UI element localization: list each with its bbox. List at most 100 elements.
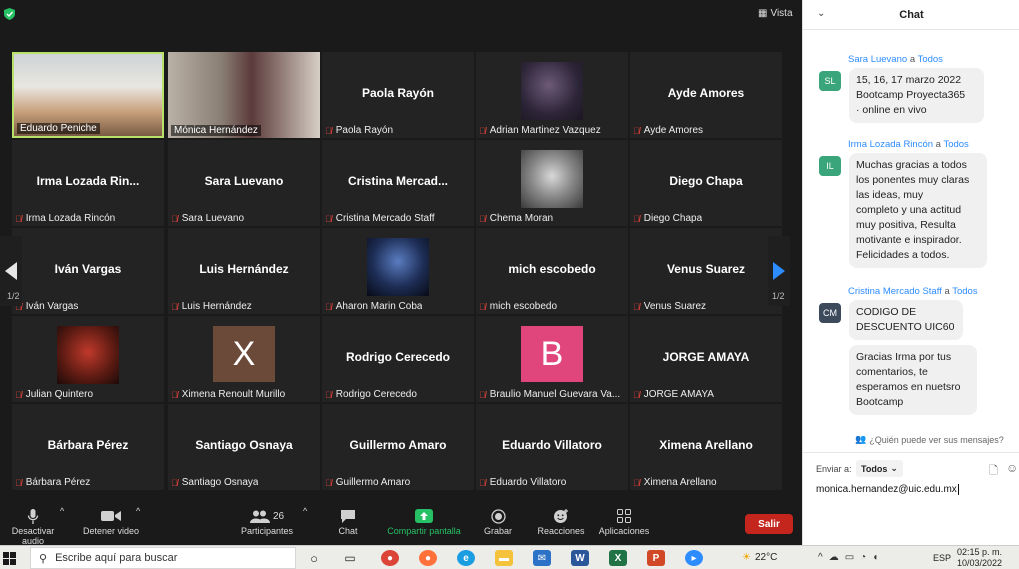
audio-options-caret-icon[interactable]: ^	[60, 506, 64, 516]
wifi-icon[interactable]: ◔	[860, 552, 866, 563]
message-sender[interactable]: Cristina Mercado Staff	[848, 286, 942, 297]
grid-icon: ▦	[758, 8, 768, 19]
participant-tile[interactable]: Irma Lozada Rin... 🎙̸ Irma Lozada Rincón	[12, 140, 164, 226]
chat-input[interactable]: monica.hernandez@uic.edu.mx	[816, 484, 959, 495]
participant-tile[interactable]: JORGE AMAYA 🎙̸ JORGE AMAYA	[630, 316, 782, 402]
message-line: CODIGO DE	[856, 306, 917, 318]
message-recipient: Todos	[952, 286, 978, 297]
emoji-icon[interactable]: ☺	[1006, 461, 1018, 475]
participant-center-name: Rodrigo Cerecedo	[345, 350, 450, 364]
participant-tile[interactable]: Luis Hernández 🎙̸ Luis Hernández	[168, 228, 320, 314]
participants-options-caret-icon[interactable]: ^	[303, 506, 307, 516]
send-to-select[interactable]: Todos ⌄	[856, 460, 903, 477]
page-indicator-right: 1/2	[772, 291, 785, 301]
mic-muted-icon: 🎙̸	[479, 301, 486, 312]
participant-tile[interactable]: Bárbara Pérez 🎙̸ Bárbara Pérez	[12, 404, 164, 490]
participant-center-name: Luis Hernández	[199, 262, 289, 276]
mute-button[interactable]: Desactivar audio	[0, 506, 66, 546]
chrome-icon[interactable]: ●	[381, 550, 399, 566]
mic-muted-icon: 🎙̸	[171, 389, 178, 400]
participant-label: 🎙̸ JORGE AMAYA	[633, 389, 714, 400]
view-button[interactable]: ▦ Vista	[758, 8, 793, 19]
participant-tile[interactable]: Sara Luevano 🎙̸ Sara Luevano	[168, 140, 320, 226]
mic-muted-icon: 🎙̸	[325, 389, 332, 400]
taskbar-search-box[interactable]: ⚲ Escribe aquí para buscar	[30, 547, 296, 569]
volume-icon[interactable]: ◖	[872, 552, 878, 563]
message-bubble: 15, 16, 17 marzo 2022 Bootcamp Proyecta3…	[849, 68, 984, 123]
edge-icon[interactable]: e	[457, 550, 475, 566]
participants-button[interactable]: 26 Participantes	[236, 506, 298, 536]
encryption-shield-icon[interactable]	[4, 8, 15, 20]
zoom-icon[interactable]: ▸	[685, 550, 703, 566]
participant-tile[interactable]: Eduardo Peniche	[12, 52, 164, 138]
reactions-label: Reacciones	[537, 526, 585, 536]
participant-tile[interactable]: 🎙̸ Julian Quintero	[12, 316, 164, 402]
participant-center-name: Ayde Amores	[667, 86, 745, 100]
excel-icon[interactable]: X	[609, 550, 627, 566]
message-line: Muchas gracias a todos	[856, 159, 967, 171]
mic-muted-icon: 🎙̸	[325, 125, 332, 136]
participant-name: Ayde Amores	[643, 125, 704, 136]
participant-tile[interactable]: X 🎙̸ Ximena Renoult Murillo	[168, 316, 320, 402]
weather-widget[interactable]: ☀ 22°C	[742, 552, 777, 563]
file-icon[interactable]: 🗋	[989, 462, 998, 481]
apps-button[interactable]: Aplicaciones	[594, 506, 654, 536]
participant-tile[interactable]: Paola Rayón 🎙̸ Paola Rayón	[322, 52, 474, 138]
message-line: 15, 16, 17 marzo 2022	[856, 74, 962, 86]
cortana-icon[interactable]: ○	[305, 550, 323, 566]
participant-tile[interactable]: Ximena Arellano 🎙̸ Ximena Arellano	[630, 404, 782, 490]
participant-tile[interactable]: mich escobedo 🎙̸ mich escobedo	[476, 228, 628, 314]
participant-tile[interactable]: Iván Vargas 🎙̸ Iván Vargas	[12, 228, 164, 314]
powerpoint-icon[interactable]: P	[647, 550, 665, 566]
reactions-button[interactable]: Reacciones	[534, 506, 588, 536]
arrow-right-icon	[773, 262, 785, 280]
participant-tile[interactable]: 🎙̸ Chema Moran	[476, 140, 628, 226]
participant-label: 🎙̸ Aharon Marin Coba	[325, 301, 422, 312]
firefox-icon[interactable]: ●	[419, 550, 437, 566]
chat-button[interactable]: Chat	[328, 506, 368, 536]
participant-center-name: Paola Rayón	[361, 86, 435, 100]
participant-tile[interactable]: Mónica Hernández	[168, 52, 320, 138]
participant-name: Ximena Arellano	[643, 477, 717, 488]
participant-tile[interactable]: Cristina Mercad... 🎙̸ Cristina Mercado Sta…	[322, 140, 474, 226]
share-screen-button[interactable]: Compartir pantalla	[382, 506, 466, 536]
participant-tile[interactable]: Venus Suarez 🎙̸ Venus Suarez	[630, 228, 782, 314]
app-window: ▦ Vista Eduardo Peniche Mónica Hernández P…	[0, 0, 1019, 569]
message-bubble: CODIGO DE DESCUENTO UIC60	[849, 300, 963, 340]
chevron-up-icon[interactable]: ^	[818, 552, 823, 563]
participant-tile[interactable]: B 🎙̸ Braulio Manuel Guevara Va...	[476, 316, 628, 402]
stop-video-button[interactable]: Detener video	[80, 506, 142, 536]
message-sender[interactable]: Irma Lozada Rincón	[848, 139, 933, 150]
participant-tile[interactable]: 🎙̸ Adrian Martinez Vazquez	[476, 52, 628, 138]
mail-icon[interactable]: ✉	[533, 550, 551, 566]
leave-meeting-button[interactable]: Salir	[745, 514, 793, 534]
participant-name: Luis Hernández	[181, 301, 252, 312]
participant-label: 🎙̸ Ximena Arellano	[633, 477, 717, 488]
task-view-icon[interactable]: ▭	[341, 550, 359, 566]
participant-label: 🎙̸ Irma Lozada Rincón	[15, 213, 115, 224]
record-button[interactable]: Grabar	[478, 506, 518, 536]
participant-tile[interactable]: 🎙̸ Aharon Marin Coba	[322, 228, 474, 314]
file-explorer-icon[interactable]: ▬	[495, 550, 513, 566]
mute-label: Desactivar audio	[11, 526, 55, 546]
windows-start-icon[interactable]	[3, 552, 16, 565]
participant-name: Braulio Manuel Guevara Va...	[489, 389, 621, 400]
battery-icon[interactable]: ▭	[845, 552, 854, 563]
chat-label: Chat	[338, 526, 358, 536]
message-sender[interactable]: Sara Luevano	[848, 54, 907, 65]
word-icon[interactable]: W	[571, 550, 589, 566]
participant-tile[interactable]: Eduardo Villatoro 🎙̸ Eduardo Villatoro	[476, 404, 628, 490]
clock[interactable]: 02:15 p. m. 10/03/2022	[957, 547, 1002, 569]
participant-name: JORGE AMAYA	[643, 389, 714, 400]
onedrive-icon[interactable]: ☁	[829, 552, 839, 563]
participant-name: Cristina Mercado Staff	[335, 213, 435, 224]
participant-tile[interactable]: Guillermo Amaro 🎙̸ Guillermo Amaro	[322, 404, 474, 490]
participant-tile[interactable]: Santiago Osnaya 🎙̸ Santiago Osnaya	[168, 404, 320, 490]
message-line: Felicidades a todos.	[856, 249, 950, 261]
participant-tile[interactable]: Diego Chapa 🎙̸ Diego Chapa	[630, 140, 782, 226]
participant-tile[interactable]: Rodrigo Cerecedo 🎙̸ Rodrigo Cerecedo	[322, 316, 474, 402]
language-indicator[interactable]: ESP	[933, 553, 951, 563]
video-options-caret-icon[interactable]: ^	[136, 506, 140, 516]
participant-tile[interactable]: Ayde Amores 🎙̸ Ayde Amores	[630, 52, 782, 138]
who-can-see-link[interactable]: 👥 ¿Quién puede ver sus mensajes?	[855, 434, 1004, 445]
